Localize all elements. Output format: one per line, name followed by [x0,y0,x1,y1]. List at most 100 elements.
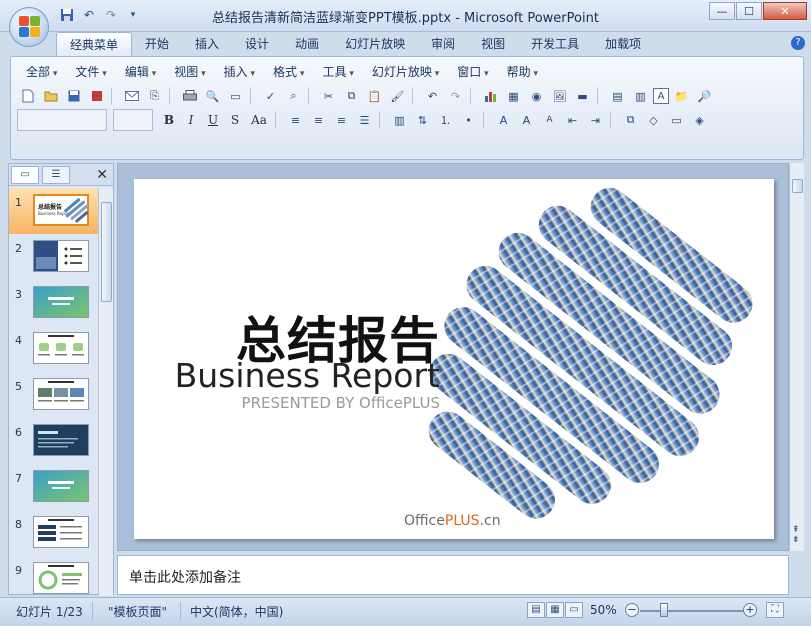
menu-slideshow[interactable]: 幻灯片放映 [363,63,448,81]
columns-icon[interactable]: ▥ [389,110,410,130]
scroll-thumb[interactable] [101,202,112,302]
spelling-icon[interactable]: ✓ [260,86,281,106]
text-direction-icon[interactable]: ⇅ [412,110,433,130]
font-color-icon[interactable]: A [493,110,514,130]
cut-icon[interactable]: ✂ [318,86,339,106]
open-folder-icon[interactable]: 📁 [671,86,692,106]
slide-thumbnail-7[interactable]: 7 [9,464,99,510]
align-left-icon[interactable]: ≡ [285,110,306,130]
print-preview-icon[interactable]: 🔍 [202,86,223,106]
tab-design[interactable]: 设计 [232,32,282,56]
textbox-icon[interactable]: A [653,88,669,104]
slide-thumbnail-8[interactable]: 8 [9,510,99,556]
tab-insert[interactable]: 插入 [182,32,232,56]
menu-window[interactable]: 窗口 [448,63,497,81]
justify-icon[interactable]: ☰ [354,110,375,130]
slide-scrollbar[interactable]: ⇞ ⇟ [789,163,804,551]
menu-all[interactable]: 全部 [17,63,66,81]
help-icon[interactable]: ? [791,36,805,50]
tab-classic-menu[interactable]: 经典菜单 [56,32,133,56]
email-icon[interactable] [121,86,142,106]
grow-font-icon[interactable]: A [516,110,537,130]
tab-review[interactable]: 审阅 [418,32,468,56]
insert-clipart-icon[interactable]: ◉ [526,86,547,106]
font-size-combo[interactable] [113,109,153,131]
slides-tab[interactable]: ▭ [11,165,39,184]
shadow-button[interactable]: S [225,110,245,130]
slide-thumbnail-1[interactable]: 1 总结报告 Business Report [9,188,99,234]
arrange-icon[interactable]: ⧉ [620,110,641,130]
menu-help[interactable]: 帮助 [498,63,547,81]
zoom-slider-handle[interactable] [660,603,668,617]
print-icon[interactable] [179,86,200,106]
change-case-button[interactable]: Aa [247,110,271,130]
redo-icon[interactable]: ↷ [445,86,466,106]
fit-to-window-icon[interactable]: ⛶ [766,602,784,618]
outline-tab[interactable]: ☰ [42,165,70,184]
new-icon[interactable] [17,86,38,106]
slide-subtitle[interactable]: Business Report [175,356,440,395]
slide-canvas[interactable]: 总结报告 Business Report PRESENTED BY Office… [134,179,774,539]
permission-icon[interactable] [86,86,107,106]
tab-slideshow[interactable]: 幻灯片放映 [332,32,418,56]
numbering-icon[interactable]: ⒈ [435,110,456,130]
zoom-icon[interactable]: 🔎 [694,86,715,106]
bullets-icon[interactable]: • [458,110,479,130]
zoom-in-icon[interactable]: + [743,603,757,617]
menu-file[interactable]: 文件 [66,63,115,81]
paste-icon[interactable]: 📋 [364,86,385,106]
increase-indent-icon[interactable]: ⇥ [585,110,606,130]
slide-thumbnail-5[interactable]: 5 [9,372,99,418]
shrink-font-icon[interactable]: A [539,110,560,130]
decrease-indent-icon[interactable]: ⇤ [562,110,583,130]
insert-chart-icon[interactable] [480,86,501,106]
close-button[interactable]: ✕ [763,2,807,20]
slide-thumbnail-2[interactable]: 2 [9,234,99,280]
prev-next-slide-icon[interactable]: ⇞ ⇟ [792,525,800,545]
menu-view[interactable]: 视图 [165,63,214,81]
italic-button[interactable]: I [181,110,201,130]
fill-icon[interactable]: ◈ [689,110,710,130]
zoom-level[interactable]: 50% [590,603,617,617]
research-icon[interactable]: ⌕ [283,86,304,106]
align-center-icon[interactable]: ≡ [308,110,329,130]
open-icon[interactable] [40,86,61,106]
slide-thumbnail-6[interactable]: 6 [9,418,99,464]
new-slide-icon[interactable]: ▤ [607,86,628,106]
tab-view[interactable]: 视图 [468,32,518,56]
underline-button[interactable]: U [203,110,223,130]
office-button[interactable] [9,7,49,47]
quick-styles-icon[interactable]: ▭ [666,110,687,130]
menu-tools[interactable]: 工具 [313,63,362,81]
color-grayscale-icon[interactable]: ▬ [572,86,593,106]
slide-brand[interactable]: OfficePLUS.cn [404,513,501,529]
tab-animations[interactable]: 动画 [282,32,332,56]
insert-picture-icon[interactable]: 🖼 [549,86,570,106]
format-painter-icon[interactable]: 🖌 [387,86,408,106]
attach-icon[interactable]: ⎘ [144,86,165,106]
slide-thumbnail-9[interactable]: 9 [9,556,99,596]
slide-thumbnail-3[interactable]: 3 [9,280,99,326]
align-right-icon[interactable]: ≡ [331,110,352,130]
slideshow-view-icon[interactable]: ▭ [565,602,583,618]
menu-insert[interactable]: 插入 [215,63,264,81]
bold-button[interactable]: B [159,110,179,130]
menu-edit[interactable]: 编辑 [116,63,165,81]
undo-icon[interactable]: ↶ [422,86,443,106]
save-icon[interactable] [63,86,84,106]
tab-home[interactable]: 开始 [132,32,182,56]
normal-view-icon[interactable]: ▤ [527,602,545,618]
slide-presented-by[interactable]: PRESENTED BY OfficePLUS [242,394,440,412]
minimize-button[interactable]: — [709,2,735,20]
tab-addins[interactable]: 加载项 [592,32,654,56]
tab-developer[interactable]: 开发工具 [518,32,592,56]
layout-icon[interactable]: ▥ [630,86,651,106]
copy-icon[interactable]: ⧉ [341,86,362,106]
thumbnails-scrollbar[interactable] [98,188,113,596]
shapes-icon[interactable]: ◇ [643,110,664,130]
slide-thumbnail-4[interactable]: 4 [9,326,99,372]
language-indicator[interactable]: 中文(简体，中国) [190,603,283,620]
font-name-combo[interactable] [17,109,107,131]
slide-scroll-thumb[interactable] [792,179,803,193]
insert-table-icon[interactable]: ▦ [503,86,524,106]
